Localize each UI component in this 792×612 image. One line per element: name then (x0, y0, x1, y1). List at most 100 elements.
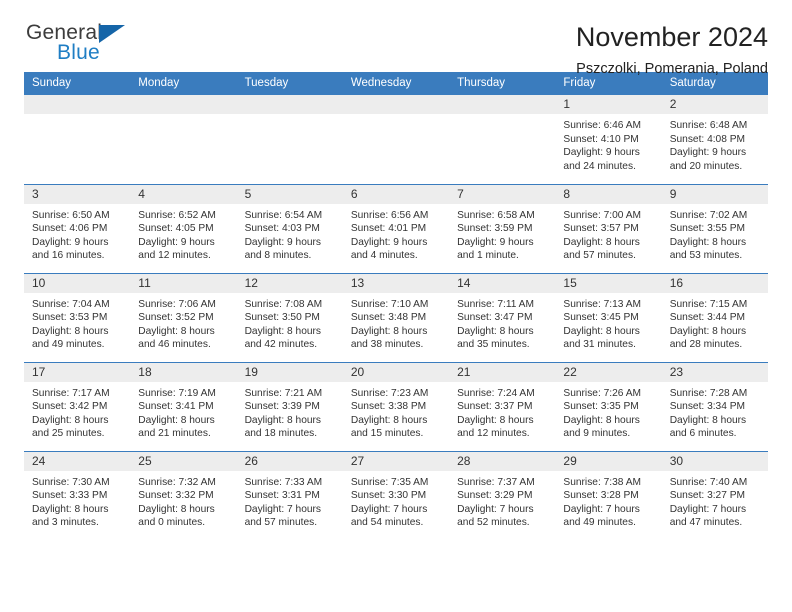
day-info-sunset: Sunset: 3:53 PM (32, 312, 108, 324)
day-info-sunset: Sunset: 3:42 PM (32, 401, 108, 413)
day-info-sunrise: Sunrise: 7:26 AM (563, 387, 641, 399)
calendar-day-cell[interactable]: 2 Sunrise: 6:48 AM Sunset: 4:08 PM Daylight… (661, 95, 768, 184)
day-info-daylight1: Daylight: 8 hours (669, 414, 747, 426)
day-number: 10 (24, 273, 131, 293)
day-info-sunrise: Sunrise: 6:48 AM (669, 120, 748, 131)
calendar-day-cell[interactable]: 19 Sunrise: 7:21 AM Sunset: 3:39 PM Dayligh… (236, 361, 343, 451)
day-number: 9 (661, 184, 768, 204)
day-info-sunrise: Sunrise: 7:17 AM (32, 387, 110, 399)
day-info-daylight1: Daylight: 8 hours (350, 414, 428, 426)
day-info-daylight1: Daylight: 8 hours (563, 414, 640, 426)
day-cell-content: 10 Sunrise: 7:04 AM Sunset: 3:53 PM Dayligh… (24, 273, 131, 362)
calendar-day-cell[interactable]: 10 Sunrise: 7:04 AM Sunset: 3:53 PM Dayligh… (24, 272, 131, 362)
generalblue-logo[interactable]: General Blue (24, 22, 144, 68)
calendar-day-cell[interactable]: 18 Sunrise: 7:19 AM Sunset: 3:41 PM Dayligh… (130, 361, 237, 451)
calendar-day-cell[interactable]: 4 Sunrise: 6:52 AM Sunset: 4:05 PM Daylight… (130, 183, 237, 273)
day-info-sunset: Sunset: 4:01 PM (350, 223, 427, 235)
day-info-sunset: Sunset: 3:47 PM (457, 312, 533, 324)
calendar-day-cell[interactable]: 6 Sunrise: 6:56 AM Sunset: 4:01 PM Daylight… (342, 183, 450, 273)
calendar-day-cell[interactable] (449, 95, 556, 184)
day-info-sunrise: Sunrise: 6:58 AM (457, 209, 535, 221)
calendar-day-cell[interactable]: 13 Sunrise: 7:10 AM Sunset: 3:48 PM Dayligh… (342, 272, 450, 362)
day-info-daylight2: and 16 minutes. (32, 250, 105, 262)
day-cell-content: 7 Sunrise: 6:58 AM Sunset: 3:59 PM Daylight… (449, 184, 556, 273)
calendar-day-cell[interactable] (130, 95, 237, 184)
day-sun-info: Sunrise: 7:32 AM Sunset: 3:32 PM Daylight:… (130, 471, 236, 530)
day-info-daylight2: and 42 minutes. (244, 339, 318, 351)
day-sun-info: Sunrise: 6:58 AM Sunset: 3:59 PM Daylight:… (449, 204, 555, 263)
calendar-day-cell[interactable] (236, 95, 343, 184)
day-info-sunrise: Sunrise: 7:11 AM (457, 298, 534, 310)
day-info-sunrise: Sunrise: 7:28 AM (669, 387, 748, 399)
day-info-daylight1: Daylight: 9 hours (563, 147, 640, 159)
day-info-daylight2: and 4 minutes. (350, 250, 418, 262)
day-info-sunset: Sunset: 4:05 PM (138, 223, 214, 235)
calendar-day-cell[interactable]: 23 Sunrise: 7:28 AM Sunset: 3:34 PM Dayligh… (661, 361, 768, 451)
day-info-daylight2: and 31 minutes. (563, 339, 636, 351)
day-number: 6 (342, 184, 450, 204)
calendar-day-cell[interactable]: 9 Sunrise: 7:02 AM Sunset: 3:55 PM Daylight… (661, 183, 768, 273)
day-cell-content: 4 Sunrise: 6:52 AM Sunset: 4:05 PM Daylight… (130, 184, 237, 273)
calendar-day-cell[interactable]: 7 Sunrise: 6:58 AM Sunset: 3:59 PM Daylight… (449, 183, 556, 273)
day-sun-info: Sunrise: 7:11 AM Sunset: 3:47 PM Daylight:… (449, 293, 555, 352)
day-info-daylight2: and 57 minutes. (563, 250, 636, 262)
day-info-daylight2: and 3 minutes. (32, 517, 99, 529)
day-number: 24 (24, 451, 131, 471)
calendar-day-cell[interactable]: 8 Sunrise: 7:00 AM Sunset: 3:57 PM Daylight… (555, 183, 662, 273)
day-number: 17 (24, 362, 131, 382)
page-header: General Blue November 2024 Pszczolki, Po… (24, 0, 768, 77)
day-info-sunrise: Sunrise: 6:46 AM (563, 120, 641, 131)
day-cell-content: 8 Sunrise: 7:00 AM Sunset: 3:57 PM Daylight… (555, 184, 662, 273)
day-info-daylight1: Daylight: 9 hours (457, 236, 534, 248)
day-info-daylight2: and 1 minute. (457, 250, 519, 262)
day-number: 11 (130, 273, 237, 293)
day-cell-content: 13 Sunrise: 7:10 AM Sunset: 3:48 PM Dayligh… (342, 273, 450, 362)
calendar-day-cell[interactable]: 21 Sunrise: 7:24 AM Sunset: 3:37 PM Dayligh… (449, 361, 556, 451)
calendar-day-cell[interactable]: 25 Sunrise: 7:32 AM Sunset: 3:32 PM Dayligh… (130, 450, 237, 540)
day-cell-content: 20 Sunrise: 7:23 AM Sunset: 3:38 PM Dayligh… (342, 362, 450, 451)
day-info-daylight2: and 46 minutes. (138, 339, 211, 351)
calendar-day-cell[interactable]: 30 Sunrise: 7:40 AM Sunset: 3:27 PM Dayligh… (661, 450, 768, 540)
calendar-day-cell[interactable]: 16 Sunrise: 7:15 AM Sunset: 3:44 PM Dayligh… (661, 272, 768, 362)
calendar-day-cell[interactable]: 27 Sunrise: 7:35 AM Sunset: 3:30 PM Dayligh… (342, 450, 450, 540)
calendar-day-cell[interactable] (24, 95, 131, 184)
day-info-sunrise: Sunrise: 7:32 AM (138, 476, 216, 488)
day-number: 13 (342, 273, 450, 293)
calendar-day-cell[interactable]: 24 Sunrise: 7:30 AM Sunset: 3:33 PM Dayligh… (24, 450, 131, 540)
day-sun-info: Sunrise: 6:48 AM Sunset: 4:08 PM Daylight:… (662, 114, 768, 173)
day-cell-content: 28 Sunrise: 7:37 AM Sunset: 3:29 PM Dayligh… (449, 451, 556, 541)
day-cell-content: 17 Sunrise: 7:17 AM Sunset: 3:42 PM Dayligh… (24, 362, 131, 451)
day-sun-info: Sunrise: 7:33 AM Sunset: 3:31 PM Daylight:… (237, 471, 343, 530)
calendar-day-cell[interactable]: 29 Sunrise: 7:38 AM Sunset: 3:28 PM Dayligh… (555, 450, 662, 541)
calendar-day-cell[interactable]: 15 Sunrise: 7:13 AM Sunset: 3:45 PM Dayligh… (555, 272, 662, 362)
day-sun-info: Sunrise: 7:37 AM Sunset: 3:29 PM Daylight:… (449, 471, 555, 530)
calendar-day-cell[interactable] (342, 95, 450, 184)
day-cell-content: 29 Sunrise: 7:38 AM Sunset: 3:28 PM Dayligh… (555, 451, 662, 541)
day-info-daylight1: Daylight: 8 hours (669, 325, 747, 337)
day-info-daylight1: Daylight: 9 hours (350, 236, 428, 248)
calendar-day-cell[interactable]: 22 Sunrise: 7:26 AM Sunset: 3:35 PM Dayligh… (555, 361, 662, 451)
day-info-sunset: Sunset: 3:59 PM (457, 223, 533, 235)
calendar-day-cell[interactable]: 17 Sunrise: 7:17 AM Sunset: 3:42 PM Dayligh… (24, 361, 131, 451)
calendar-day-cell[interactable]: 14 Sunrise: 7:11 AM Sunset: 3:47 PM Dayligh… (449, 272, 556, 362)
day-sun-info: Sunrise: 7:08 AM Sunset: 3:50 PM Daylight:… (237, 293, 343, 352)
calendar-day-cell[interactable]: 3 Sunrise: 6:50 AM Sunset: 4:06 PM Daylight… (24, 183, 131, 273)
calendar-day-cell[interactable]: 1 Sunrise: 6:46 AM Sunset: 4:10 PM Daylight… (555, 95, 662, 184)
day-info-sunset: Sunset: 3:30 PM (350, 490, 427, 502)
calendar-week-row: 1 Sunrise: 6:46 AM Sunset: 4:10 PM Daylight… (24, 95, 768, 184)
day-info-sunset: Sunset: 3:29 PM (457, 490, 533, 502)
calendar-day-cell[interactable]: 20 Sunrise: 7:23 AM Sunset: 3:38 PM Dayligh… (342, 361, 450, 451)
calendar-day-cell[interactable]: 11 Sunrise: 7:06 AM Sunset: 3:52 PM Dayligh… (130, 272, 237, 362)
day-info-sunrise: Sunrise: 7:02 AM (669, 209, 748, 221)
day-info-sunset: Sunset: 3:34 PM (669, 401, 746, 413)
day-info-sunset: Sunset: 3:50 PM (244, 312, 320, 324)
calendar-day-cell[interactable]: 26 Sunrise: 7:33 AM Sunset: 3:31 PM Dayligh… (236, 450, 343, 540)
calendar-day-cell[interactable]: 5 Sunrise: 6:54 AM Sunset: 4:03 PM Daylight… (236, 183, 343, 273)
calendar-day-cell[interactable]: 28 Sunrise: 7:37 AM Sunset: 3:29 PM Dayligh… (449, 450, 556, 541)
day-number (449, 95, 556, 114)
calendar-day-cell[interactable]: 12 Sunrise: 7:08 AM Sunset: 3:50 PM Dayligh… (236, 272, 343, 362)
day-info-daylight1: Daylight: 7 hours (244, 503, 322, 515)
day-number: 25 (130, 451, 237, 471)
day-sun-info: Sunrise: 7:10 AM Sunset: 3:48 PM Daylight:… (343, 293, 449, 352)
weekday-header-tuesday: Tuesday (236, 72, 343, 95)
